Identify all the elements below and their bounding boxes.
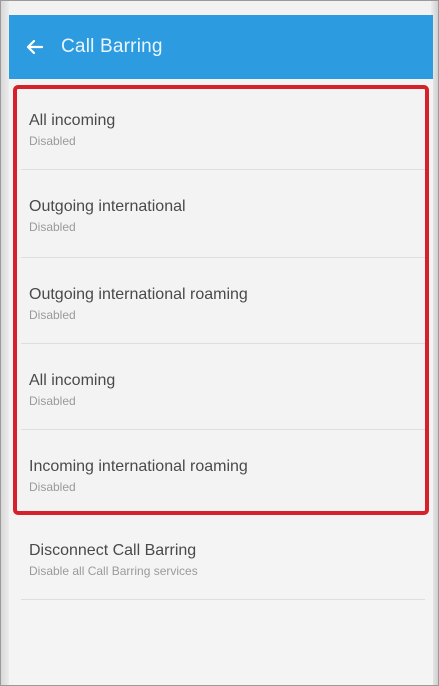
- app-bar: Call Barring: [9, 15, 433, 79]
- divider: [21, 599, 425, 600]
- item-title: All incoming: [29, 112, 116, 129]
- item-subtitle: Disable all Call Barring services: [29, 564, 198, 578]
- screen-edge-left: [1, 1, 9, 685]
- item-title: Incoming international roaming: [29, 458, 248, 475]
- item-title: Outgoing international: [29, 198, 186, 215]
- item-status: Disabled: [29, 394, 76, 408]
- list-item-disconnect-call-barring[interactable]: Disconnect Call Barring Disable all Call…: [29, 541, 409, 579]
- divider: [21, 257, 425, 258]
- list-item-outgoing-international-roaming[interactable]: Outgoing international roaming Disabled: [29, 285, 409, 323]
- item-status: Disabled: [29, 220, 76, 234]
- item-title: All incoming: [29, 372, 116, 389]
- item-title: Disconnect Call Barring: [29, 542, 197, 559]
- arrow-left-icon: [26, 39, 44, 55]
- divider: [21, 343, 425, 344]
- list-item-all-incoming[interactable]: All incoming Disabled: [29, 111, 409, 149]
- back-button[interactable]: [9, 15, 61, 79]
- page-title: Call Barring: [61, 36, 163, 57]
- list-item-outgoing-international[interactable]: Outgoing international Disabled: [29, 197, 409, 235]
- item-status: Disabled: [29, 480, 76, 494]
- phone-screen: Call Barring All incoming Disabled Outgo…: [0, 0, 439, 686]
- list-item-all-incoming-2[interactable]: All incoming Disabled: [29, 371, 409, 409]
- item-status: Disabled: [29, 134, 76, 148]
- item-status: Disabled: [29, 308, 76, 322]
- divider: [21, 169, 425, 170]
- item-title: Outgoing international roaming: [29, 286, 248, 303]
- list-item-incoming-international-roaming[interactable]: Incoming international roaming Disabled: [29, 457, 409, 495]
- divider: [21, 429, 425, 430]
